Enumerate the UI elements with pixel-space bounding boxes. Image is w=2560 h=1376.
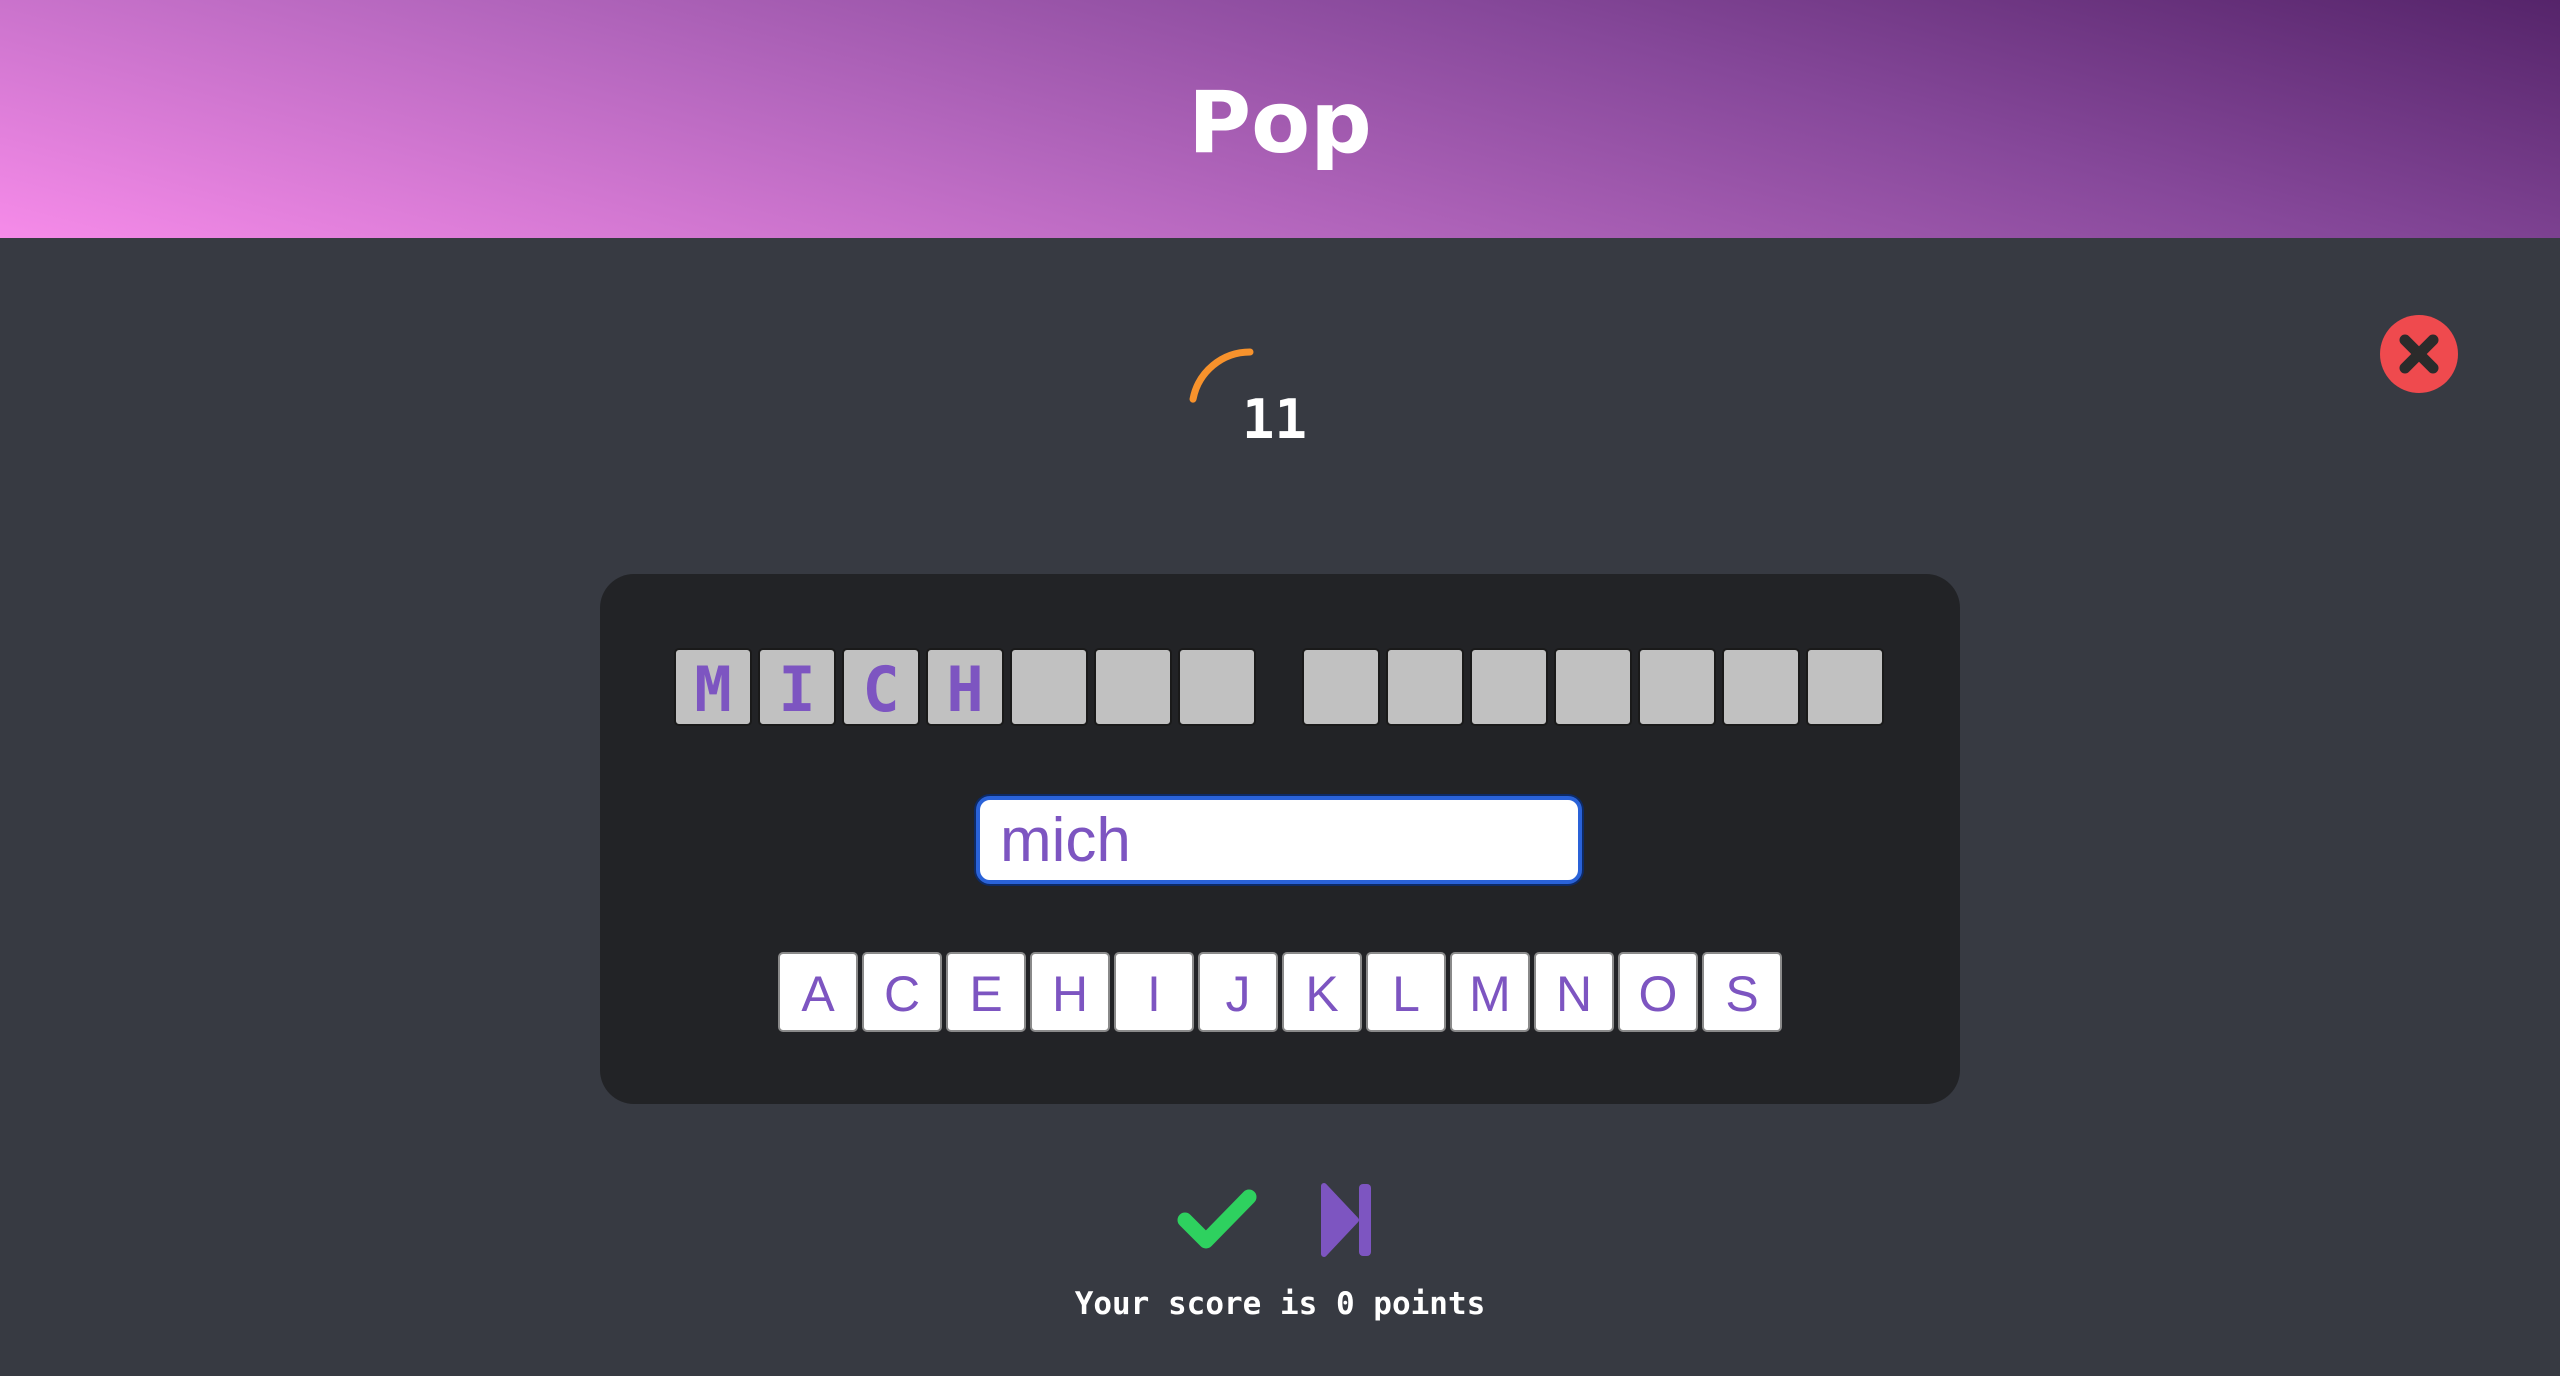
letter-slot [1554,648,1632,726]
submit-button[interactable] [1176,1184,1258,1254]
game-title: Pop [1188,73,1372,173]
letter-key-o[interactable]: O [1618,952,1698,1032]
letter-slot [1386,648,1464,726]
letter-slot: M [674,648,752,726]
answer-input-box [976,796,1582,884]
letter-key-n[interactable]: N [1534,952,1614,1032]
letter-key-e[interactable]: E [946,952,1026,1032]
letter-key-k[interactable]: K [1282,952,1362,1032]
letter-key-s[interactable]: S [1702,952,1782,1032]
letter-slot [1806,648,1884,726]
countdown-timer: 11 [1170,330,1330,490]
checkmark-icon [1177,1189,1257,1249]
letter-key-c[interactable]: C [862,952,942,1032]
letter-slot [1302,648,1380,726]
letter-slot [1178,648,1256,726]
skip-button[interactable] [1320,1182,1376,1258]
letter-slot [1094,648,1172,726]
letter-key-h[interactable]: H [1030,952,1110,1032]
letter-slot [1010,648,1088,726]
letter-slot: I [758,648,836,726]
skip-forward-icon [1321,1183,1371,1257]
letter-slot: C [842,648,920,726]
close-button[interactable] [2380,315,2458,393]
letter-slot [1722,648,1800,726]
letter-key-a[interactable]: A [778,952,858,1032]
timer-value: 11 [1242,388,1308,451]
close-icon [2399,334,2439,374]
letter-slot [1638,648,1716,726]
letter-key-i[interactable]: I [1114,952,1194,1032]
answer-input[interactable] [980,800,1578,880]
letter-slot: H [926,648,1004,726]
letter-key-j[interactable]: J [1198,952,1278,1032]
letter-key-l[interactable]: L [1366,952,1446,1032]
letter-key-m[interactable]: M [1450,952,1530,1032]
header-banner: Pop [0,0,2560,238]
score-text: Your score is 0 points [1074,1286,1486,1322]
letter-slot [1470,648,1548,726]
